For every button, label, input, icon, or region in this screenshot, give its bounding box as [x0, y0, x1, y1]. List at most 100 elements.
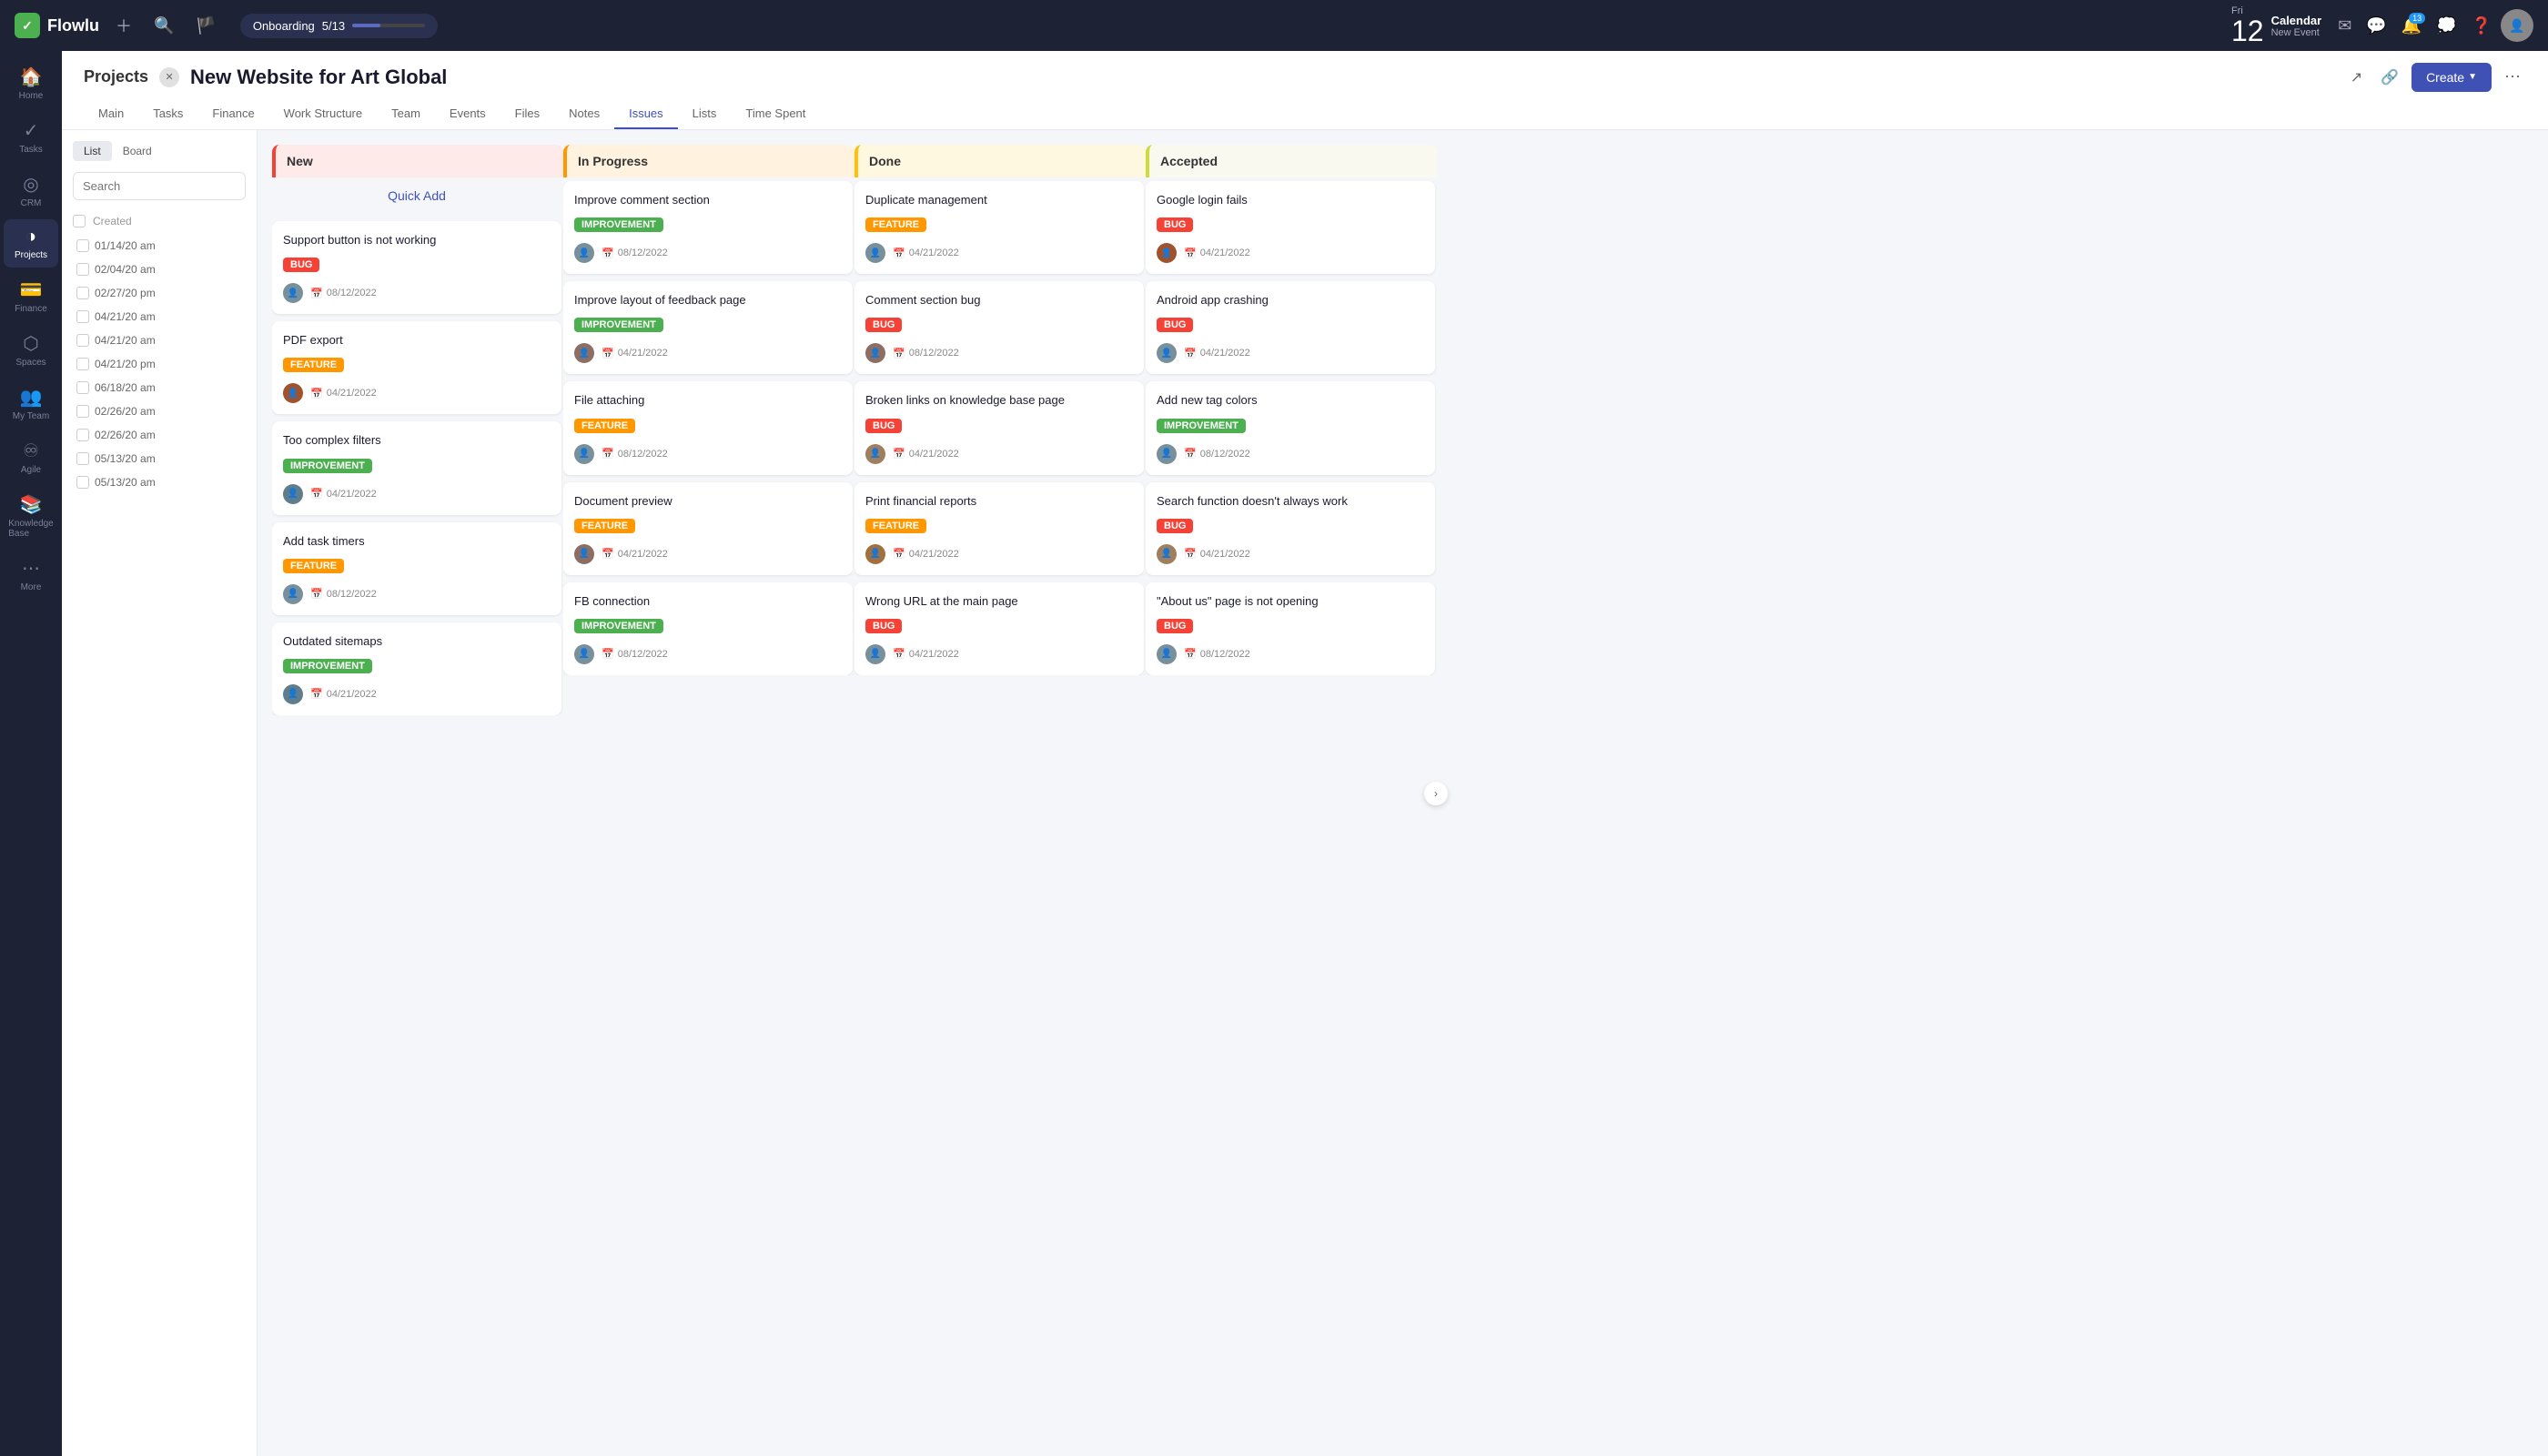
- sidebar-item-crm[interactable]: ◎CRM: [4, 166, 58, 216]
- list-item[interactable]: 04/21/20 am: [73, 306, 246, 328]
- chat-button[interactable]: 💬: [2361, 11, 2391, 41]
- sidebar-item-more[interactable]: ⋯More: [4, 550, 58, 600]
- row-checkbox-6[interactable]: [76, 381, 89, 394]
- row-checkbox-0[interactable]: [76, 239, 89, 252]
- row-checkbox-9[interactable]: [76, 452, 89, 465]
- row-checkbox-8[interactable]: [76, 429, 89, 441]
- kanban-card[interactable]: Too complex filters IMPROVEMENT 👤 📅 04/2…: [272, 421, 561, 514]
- sidebar-item-projects[interactable]: ◑Projects: [4, 219, 58, 268]
- scroll-right-arrow[interactable]: ›: [1424, 782, 1448, 805]
- kanban-card[interactable]: PDF export FEATURE 👤 📅 04/21/2022: [272, 321, 561, 414]
- create-button[interactable]: Create ▼: [2412, 63, 2492, 92]
- row-checkbox-5[interactable]: [76, 358, 89, 370]
- list-item[interactable]: 04/21/20 pm: [73, 353, 246, 375]
- row-checkbox-1[interactable]: [76, 263, 89, 276]
- kanban-card[interactable]: Outdated sitemaps IMPROVEMENT 👤 📅 04/21/…: [272, 622, 561, 715]
- tab-timespent[interactable]: Time Spent: [731, 99, 820, 129]
- card-title-inprogress-0: Improve comment section: [574, 192, 842, 208]
- kanban-card[interactable]: Wrong URL at the main page BUG 👤 📅 04/21…: [854, 582, 1144, 675]
- row-checkbox-3[interactable]: [76, 310, 89, 323]
- quick-add-button[interactable]: Quick Add: [272, 181, 561, 210]
- sidebar-icon-tasks: ✓: [24, 119, 39, 142]
- card-title-done-4: Wrong URL at the main page: [865, 593, 1133, 610]
- projects-back[interactable]: Projects: [84, 67, 148, 86]
- calendar-widget[interactable]: Fri 12 Calendar New Event: [2231, 5, 2321, 46]
- sidebar-label-home: Home: [19, 91, 44, 101]
- header-actions: ↗ 🔗 Create ▼ ⋯: [2345, 62, 2526, 92]
- sidebar-icon-more: ⋯: [22, 557, 40, 580]
- sidebar-label-crm: CRM: [21, 198, 42, 208]
- card-tag-done-4: BUG: [865, 619, 902, 633]
- row-checkbox-4[interactable]: [76, 334, 89, 347]
- tab-main[interactable]: Main: [84, 99, 138, 129]
- plus-button[interactable]: ＋: [110, 8, 137, 43]
- kanban-card[interactable]: Add new tag colors IMPROVEMENT 👤 📅 08/12…: [1146, 381, 1435, 474]
- row-checkbox-2[interactable]: [76, 287, 89, 299]
- external-link-button[interactable]: ↗: [2345, 63, 2368, 92]
- list-item[interactable]: 02/27/20 pm: [73, 282, 246, 304]
- kanban-card[interactable]: Add task timers FEATURE 👤 📅 08/12/2022: [272, 522, 561, 615]
- list-item[interactable]: 05/13/20 am: [73, 471, 246, 493]
- kanban-card[interactable]: "About us" page is not opening BUG 👤 📅 0…: [1146, 582, 1435, 675]
- kanban-card[interactable]: Android app crashing BUG 👤 📅 04/21/2022: [1146, 281, 1435, 374]
- kanban-card[interactable]: Improve layout of feedback page IMPROVEM…: [563, 281, 853, 374]
- list-item[interactable]: 04/21/20 am: [73, 329, 246, 351]
- card-tag-new-3: FEATURE: [283, 559, 344, 573]
- list-item[interactable]: 02/26/20 am: [73, 424, 246, 446]
- tab-board[interactable]: Board: [112, 141, 163, 161]
- calendar-icon: 📅: [1184, 648, 1197, 660]
- kanban-card[interactable]: FB connection IMPROVEMENT 👤 📅 08/12/2022: [563, 582, 853, 675]
- search-button[interactable]: 🔍: [148, 11, 179, 41]
- tab-notes[interactable]: Notes: [554, 99, 614, 129]
- search-input[interactable]: [73, 172, 246, 200]
- list-item[interactable]: 02/26/20 am: [73, 400, 246, 422]
- flag-button[interactable]: 🏴: [190, 11, 221, 41]
- sidebar-item-finance[interactable]: 💳Finance: [4, 271, 58, 321]
- row-checkbox-10[interactable]: [76, 476, 89, 489]
- comment-button[interactable]: 💭: [2431, 11, 2462, 41]
- kanban-card[interactable]: Search function doesn't always work BUG …: [1146, 482, 1435, 575]
- tab-lists[interactable]: Lists: [678, 99, 732, 129]
- kanban-card[interactable]: Google login fails BUG 👤 📅 04/21/2022: [1146, 181, 1435, 274]
- sidebar-item-agile[interactable]: ♾Agile: [4, 432, 58, 482]
- mail-button[interactable]: ✉: [2332, 11, 2357, 41]
- kanban-card[interactable]: Duplicate management FEATURE 👤 📅 04/21/2…: [854, 181, 1144, 274]
- link-button[interactable]: 🔗: [2375, 63, 2404, 92]
- kanban-card[interactable]: Print financial reports FEATURE 👤 📅 04/2…: [854, 482, 1144, 575]
- card-tag-inprogress-2: FEATURE: [574, 419, 635, 433]
- list-item[interactable]: 06/18/20 am: [73, 377, 246, 399]
- kanban-card[interactable]: Improve comment section IMPROVEMENT 👤 📅 …: [563, 181, 853, 274]
- tab-issues[interactable]: Issues: [614, 99, 678, 129]
- list-item[interactable]: 02/04/20 am: [73, 258, 246, 280]
- help-button[interactable]: ❓: [2466, 11, 2497, 41]
- tab-list[interactable]: List: [73, 141, 112, 161]
- tab-workstructure[interactable]: Work Structure: [269, 99, 377, 129]
- kanban-card[interactable]: Broken links on knowledge base page BUG …: [854, 381, 1144, 474]
- notifications-button[interactable]: 🔔 13: [2396, 11, 2427, 41]
- kanban-card[interactable]: File attaching FEATURE 👤 📅 08/12/2022: [563, 381, 853, 474]
- close-button[interactable]: ✕: [159, 67, 179, 87]
- more-options-button[interactable]: ⋯: [2499, 62, 2526, 92]
- sidebar-item-spaces[interactable]: ⬡Spaces: [4, 325, 58, 375]
- app-logo[interactable]: ✓ Flowlu: [15, 13, 99, 38]
- list-item[interactable]: 05/13/20 am: [73, 448, 246, 470]
- kanban-card[interactable]: Document preview FEATURE 👤 📅 04/21/2022: [563, 482, 853, 575]
- tab-finance[interactable]: Finance: [197, 99, 268, 129]
- card-avatar-new-0: 👤: [283, 283, 303, 303]
- kanban-card[interactable]: Support button is not working BUG 👤 📅 08…: [272, 221, 561, 314]
- row-checkbox-7[interactable]: [76, 405, 89, 418]
- onboarding-bar[interactable]: Onboarding 5/13: [240, 14, 438, 38]
- sidebar-item-myteam[interactable]: 👥My Team: [4, 379, 58, 429]
- user-avatar[interactable]: 👤: [2501, 9, 2533, 42]
- list-item[interactable]: 01/14/20 am: [73, 235, 246, 257]
- select-all-checkbox[interactable]: [73, 215, 86, 228]
- kanban-card[interactable]: Comment section bug BUG 👤 📅 08/12/2022: [854, 281, 1144, 374]
- tab-events[interactable]: Events: [435, 99, 500, 129]
- content-area: List Board Created 01/14/20 am02/04/20 a…: [62, 130, 2548, 1456]
- tab-tasks[interactable]: Tasks: [138, 99, 197, 129]
- sidebar-item-home[interactable]: 🏠Home: [4, 58, 58, 108]
- tab-team[interactable]: Team: [377, 99, 435, 129]
- tab-files[interactable]: Files: [500, 99, 554, 129]
- sidebar-item-knowledge[interactable]: 📚Knowledge Base: [4, 486, 58, 546]
- sidebar-item-tasks[interactable]: ✓Tasks: [4, 112, 58, 162]
